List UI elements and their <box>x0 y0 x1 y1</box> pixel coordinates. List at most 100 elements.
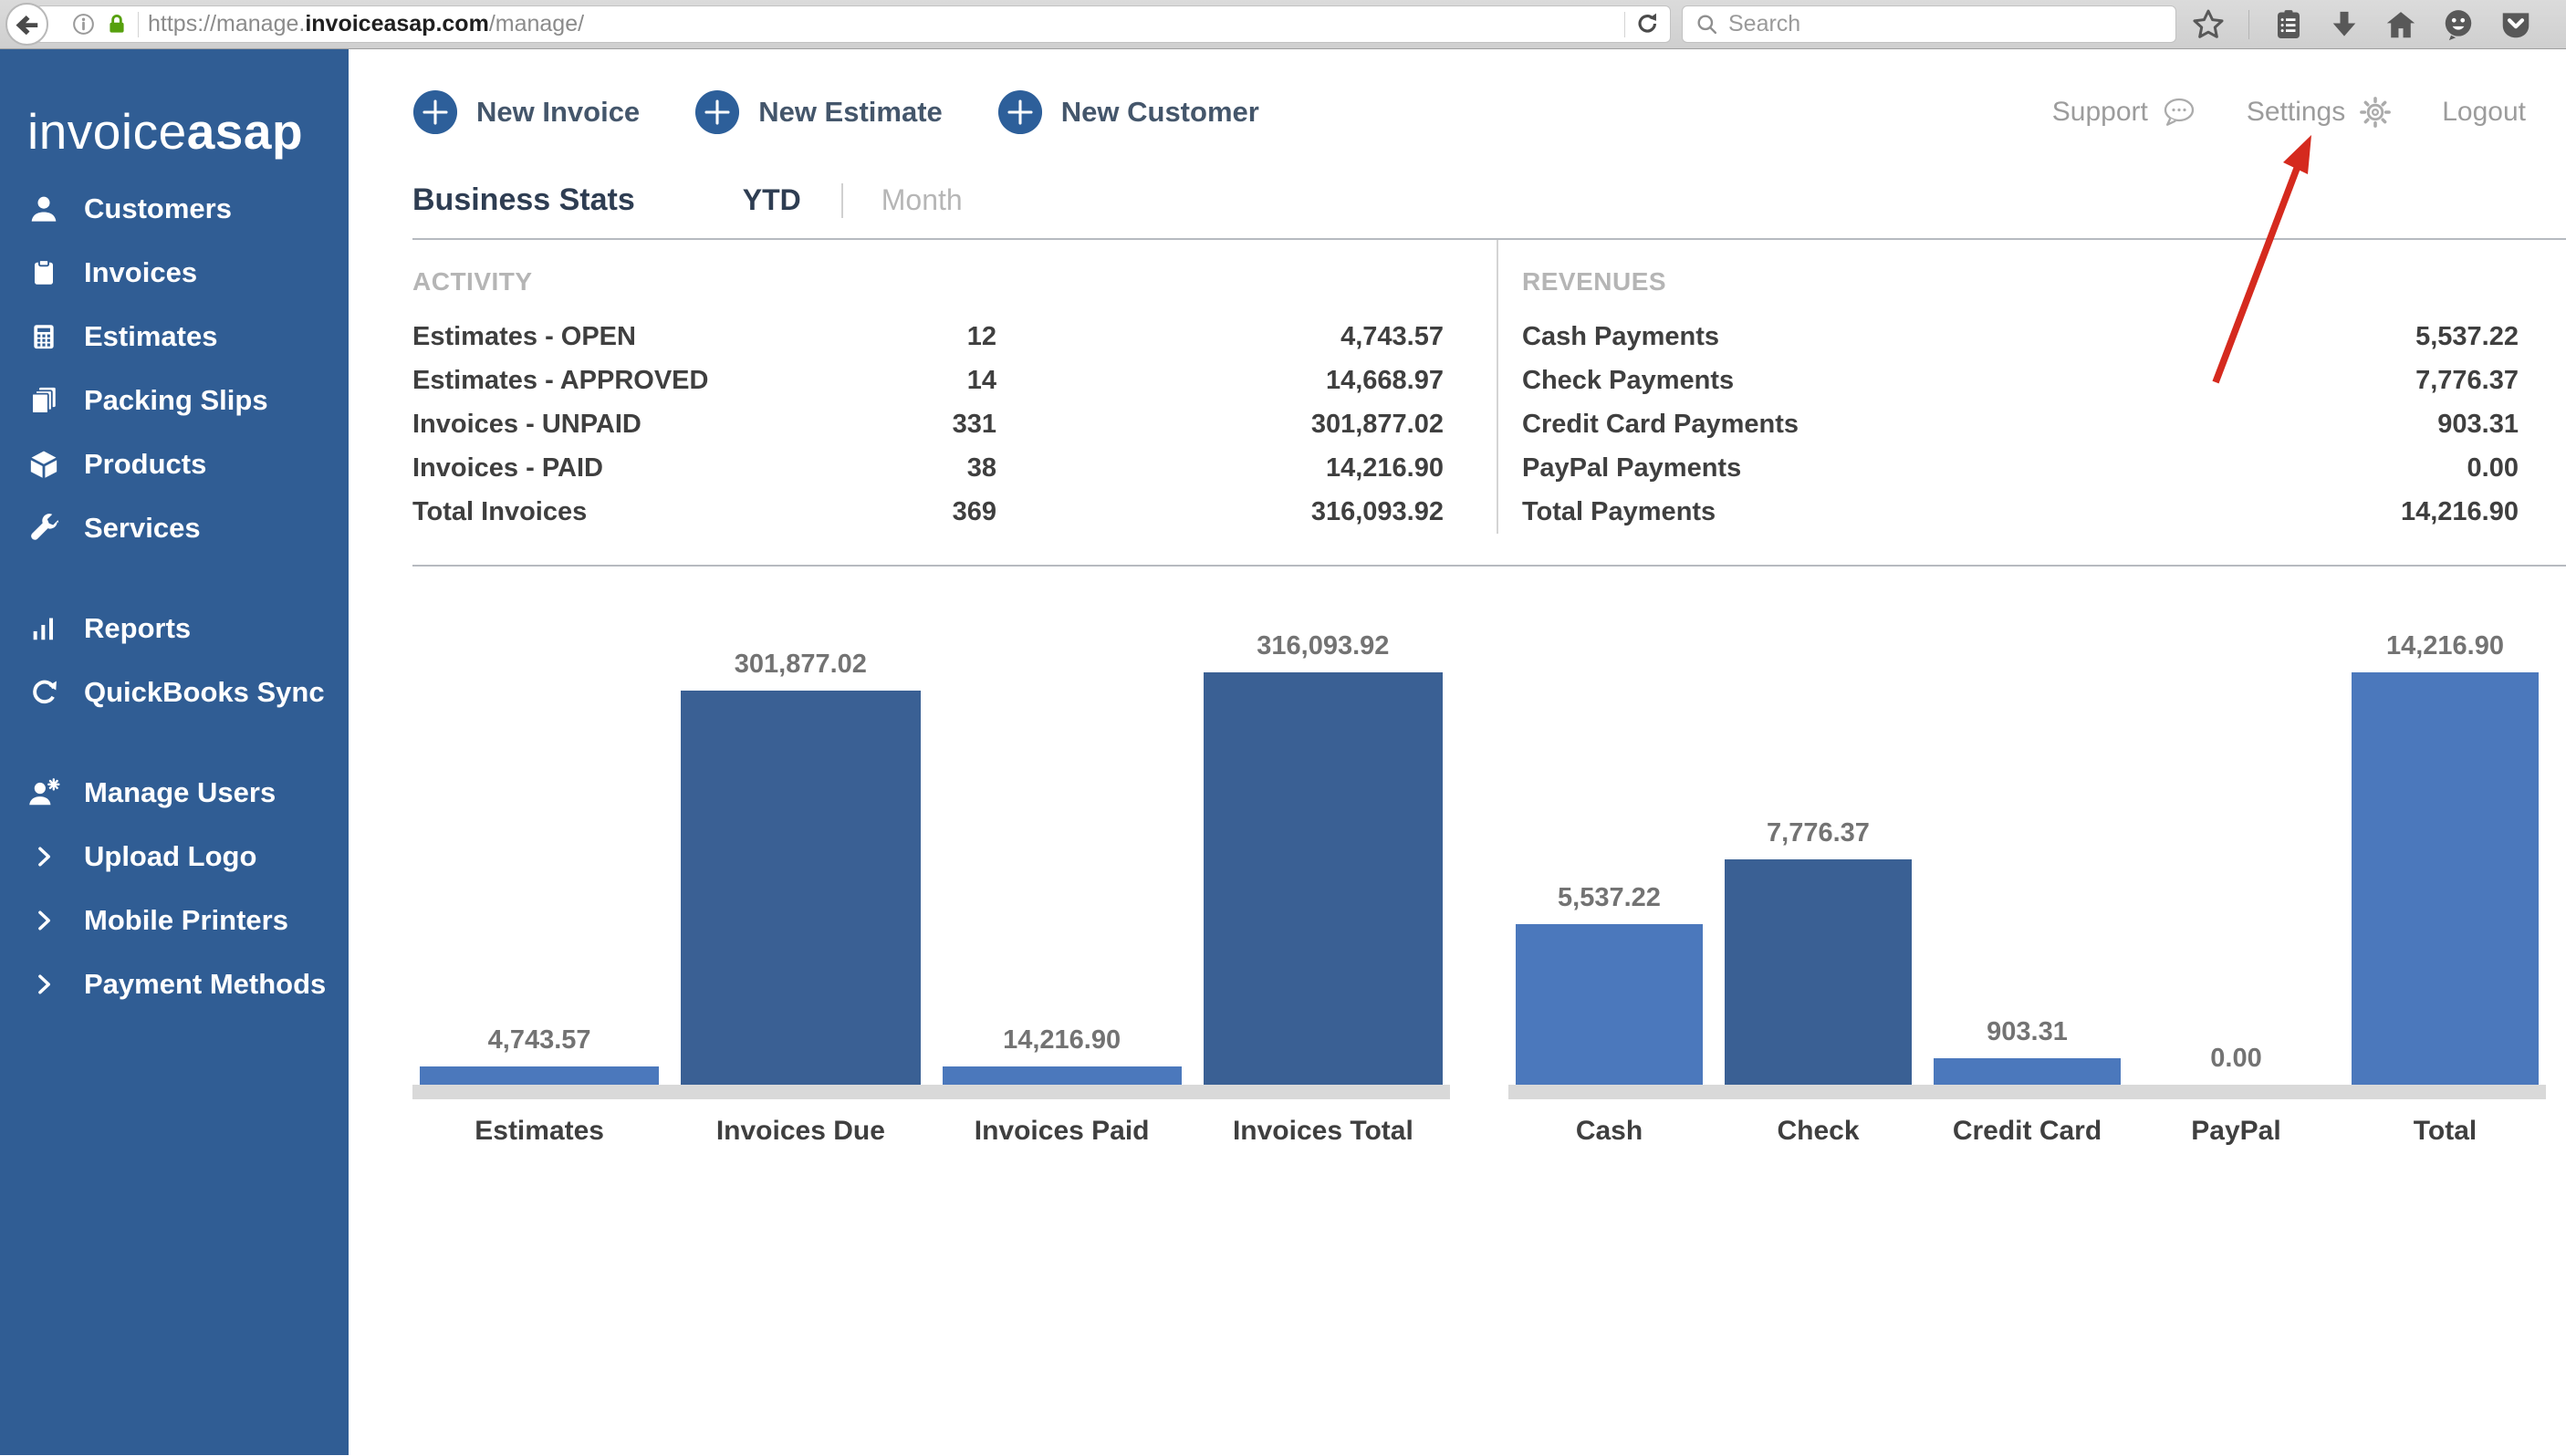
person-icon <box>27 193 60 224</box>
bar-value-label: 14,216.90 <box>2386 631 2504 661</box>
sidebar-item-mobile-printers[interactable]: Mobile Printers <box>0 889 349 952</box>
back-arrow-icon <box>14 11 41 38</box>
sidebar-item-estimates[interactable]: Estimates <box>0 305 349 369</box>
sidebar-item-upload-logo[interactable]: Upload Logo <box>0 825 349 889</box>
bar-paypal: 0.00 <box>2143 1044 2330 1085</box>
bar-rect-invoices-due <box>681 691 920 1085</box>
search-input[interactable] <box>1728 11 2163 37</box>
sidebar-item-customers[interactable]: Customers <box>0 177 349 241</box>
sidebar-item-label: Reports <box>84 612 191 645</box>
url-separator <box>138 12 139 37</box>
bar-value-label: 903.31 <box>1987 1017 2068 1047</box>
tab-ytd[interactable]: YTD <box>743 183 801 217</box>
actions-row: New Invoice New Estimate New Customer <box>349 49 2566 135</box>
sidebar-item-services[interactable]: Services <box>0 496 349 560</box>
table-row: Cash Payments 5,537.22 <box>1522 315 2519 359</box>
sidebar-item-label: Packing Slips <box>84 384 268 417</box>
invoices-chart: 4,743.57301,877.0214,216.90316,093.92 Es… <box>412 623 1450 1147</box>
url-text: https://manage.invoiceasap.com/manage/ <box>148 11 584 37</box>
settings-link[interactable]: Settings <box>2247 95 2393 130</box>
clipboard-icon <box>27 257 60 288</box>
support-link[interactable]: Support <box>2052 96 2197 129</box>
sidebar-nav-tools: Reports QuickBooks Sync <box>0 597 349 724</box>
browser-search[interactable] <box>1682 5 2176 43</box>
bar-value-label: 316,093.92 <box>1257 631 1389 661</box>
stacked-sheets-icon <box>27 385 60 416</box>
new-invoice-button[interactable]: New Invoice <box>412 89 640 135</box>
revenues-header: REVENUES <box>1522 267 2519 296</box>
sidebar: invoiceasap Customers Invoices Estimates <box>0 49 349 1455</box>
sidebar-item-payment-methods[interactable]: Payment Methods <box>0 952 349 1016</box>
bar-value-label: 14,216.90 <box>1003 1025 1121 1056</box>
sidebar-item-products[interactable]: Products <box>0 432 349 496</box>
sidebar-item-quickbooks-sync[interactable]: QuickBooks Sync <box>0 660 349 724</box>
wrench-icon <box>27 513 60 544</box>
tab-month[interactable]: Month <box>881 183 963 217</box>
chat-bubble-icon <box>2161 96 2197 129</box>
sidebar-item-label: Invoices <box>84 256 197 289</box>
sidebar-item-reports[interactable]: Reports <box>0 597 349 660</box>
page-info-icon[interactable] <box>71 12 96 36</box>
bar-credit-card: 903.31 <box>1934 1017 2121 1085</box>
browser-buttons <box>2187 7 2533 42</box>
table-row: Estimates - OPEN 12 4,743.57 <box>412 315 1444 359</box>
bar-invoices-total: 316,093.92 <box>1204 631 1443 1085</box>
chart-baseline <box>1508 1085 2546 1099</box>
bar-value-label: 4,743.57 <box>488 1025 591 1056</box>
chevron-right-icon <box>27 971 60 998</box>
sidebar-item-label: Customers <box>84 192 232 225</box>
settings-label: Settings <box>2247 97 2345 128</box>
new-estimate-button[interactable]: New Estimate <box>694 89 943 135</box>
category-label-invoices-due: Invoices Due <box>681 1116 920 1147</box>
new-customer-button[interactable]: New Customer <box>997 89 1259 135</box>
sidebar-item-label: Manage Users <box>84 776 276 809</box>
feedback-smiley-icon[interactable] <box>2441 7 2476 42</box>
logout-link[interactable]: Logout <box>2442 97 2526 128</box>
sidebar-nav-primary: Customers Invoices Estimates Packing Sli… <box>0 177 349 560</box>
bar-value-label: 5,537.22 <box>1558 883 1661 913</box>
home-icon[interactable] <box>2383 7 2418 42</box>
search-icon <box>1695 13 1719 36</box>
category-label-total: Total <box>2352 1116 2539 1147</box>
sidebar-item-invoices[interactable]: Invoices <box>0 241 349 305</box>
new-invoice-label: New Invoice <box>476 96 640 129</box>
bar-value-label: 301,877.02 <box>735 650 867 680</box>
pocket-icon[interactable] <box>2498 7 2533 42</box>
bar-rect-invoices-total <box>1204 672 1443 1085</box>
category-label-paypal: PayPal <box>2143 1116 2330 1147</box>
bookmark-star-icon[interactable] <box>2191 7 2226 42</box>
sync-icon <box>27 677 60 708</box>
utility-links: Support Settings <box>2003 95 2526 130</box>
url-bar[interactable]: https://manage.invoiceasap.com/manage/ <box>36 5 1671 43</box>
business-stats-bar-charts: 4,743.57301,877.0214,216.90316,093.92 Es… <box>349 567 2566 1147</box>
sidebar-item-manage-users[interactable]: Manage Users <box>0 761 349 825</box>
browser-toolbar: https://manage.invoiceasap.com/manage/ <box>0 0 2566 49</box>
chart-baseline <box>412 1085 1450 1099</box>
sidebar-item-label: Mobile Printers <box>84 904 288 937</box>
category-label-cash: Cash <box>1516 1116 1703 1147</box>
table-row: Total Payments 14,216.90 <box>1522 490 2519 534</box>
plus-circle-icon <box>694 89 740 135</box>
sidebar-item-packing-slips[interactable]: Packing Slips <box>0 369 349 432</box>
bar-rect-cash <box>1516 924 1703 1085</box>
back-button[interactable] <box>5 3 48 46</box>
bar-chart-icon <box>27 613 60 644</box>
sidebar-item-label: Products <box>84 448 206 481</box>
plus-circle-icon <box>412 89 458 135</box>
bar-rect-credit-card <box>1934 1058 2121 1085</box>
chevron-right-icon <box>27 843 60 870</box>
table-row: Credit Card Payments 903.31 <box>1522 402 2519 446</box>
logout-label: Logout <box>2442 97 2526 128</box>
toolbar-separator <box>2248 10 2249 39</box>
user-gear-icon <box>27 777 60 808</box>
reading-list-icon[interactable] <box>2272 8 2305 41</box>
reload-icon[interactable] <box>1634 11 1661 37</box>
downloads-icon[interactable] <box>2328 8 2361 41</box>
reload-separator <box>1624 12 1625 37</box>
bar-invoices-paid: 14,216.90 <box>943 1025 1182 1085</box>
bar-check: 7,776.37 <box>1725 818 1912 1085</box>
bar-value-label: 7,776.37 <box>1767 818 1870 848</box>
bar-value-label: 0.00 <box>2210 1044 2261 1074</box>
app-logo[interactable]: invoiceasap <box>0 49 349 177</box>
new-customer-label: New Customer <box>1061 96 1259 129</box>
